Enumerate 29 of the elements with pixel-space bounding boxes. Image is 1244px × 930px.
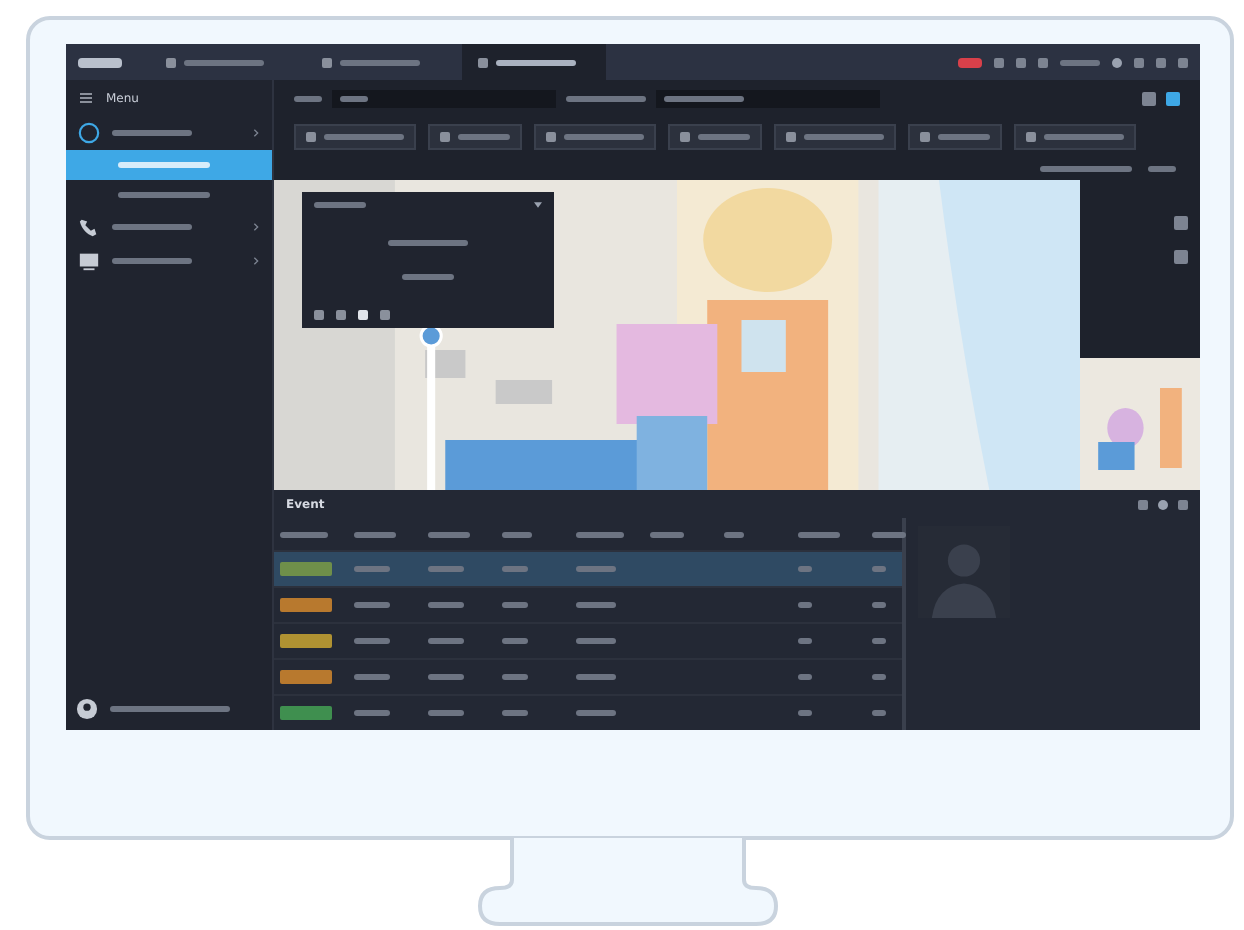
dropdown-arrow-icon[interactable]	[534, 200, 542, 210]
chevron-icon	[252, 256, 260, 266]
illegible-label	[294, 96, 322, 103]
toolbar-button[interactable]	[428, 124, 522, 151]
toolbar-button[interactable]	[668, 124, 762, 151]
user-avatar-icon[interactable]	[76, 697, 98, 719]
dropdown-field[interactable]	[656, 90, 880, 109]
chevron-icon	[252, 128, 260, 138]
logo	[78, 57, 122, 67]
toolbar-button[interactable]	[774, 124, 896, 151]
circle-icon	[78, 122, 100, 144]
toolbar-button[interactable]	[1014, 124, 1136, 151]
menu-icon[interactable]	[78, 90, 94, 106]
illegible-label	[1060, 59, 1100, 65]
minimap-drawing[interactable]	[1080, 358, 1200, 490]
illegible-label	[110, 705, 230, 711]
toolbar-button[interactable]	[534, 124, 656, 151]
toolbar-button[interactable]	[294, 124, 416, 151]
tab[interactable]	[462, 44, 606, 80]
phone-icon	[78, 216, 100, 238]
dropdown-field[interactable]	[332, 90, 556, 109]
illegible-label	[1148, 165, 1176, 172]
illegible-label	[1040, 165, 1132, 172]
table-row[interactable]	[274, 550, 902, 586]
illegible-label	[566, 96, 646, 103]
chevron-icon	[252, 222, 260, 232]
monitor-icon	[78, 250, 100, 272]
alarm-badge[interactable]	[958, 57, 982, 67]
toolbar-button[interactable]	[908, 124, 1002, 151]
